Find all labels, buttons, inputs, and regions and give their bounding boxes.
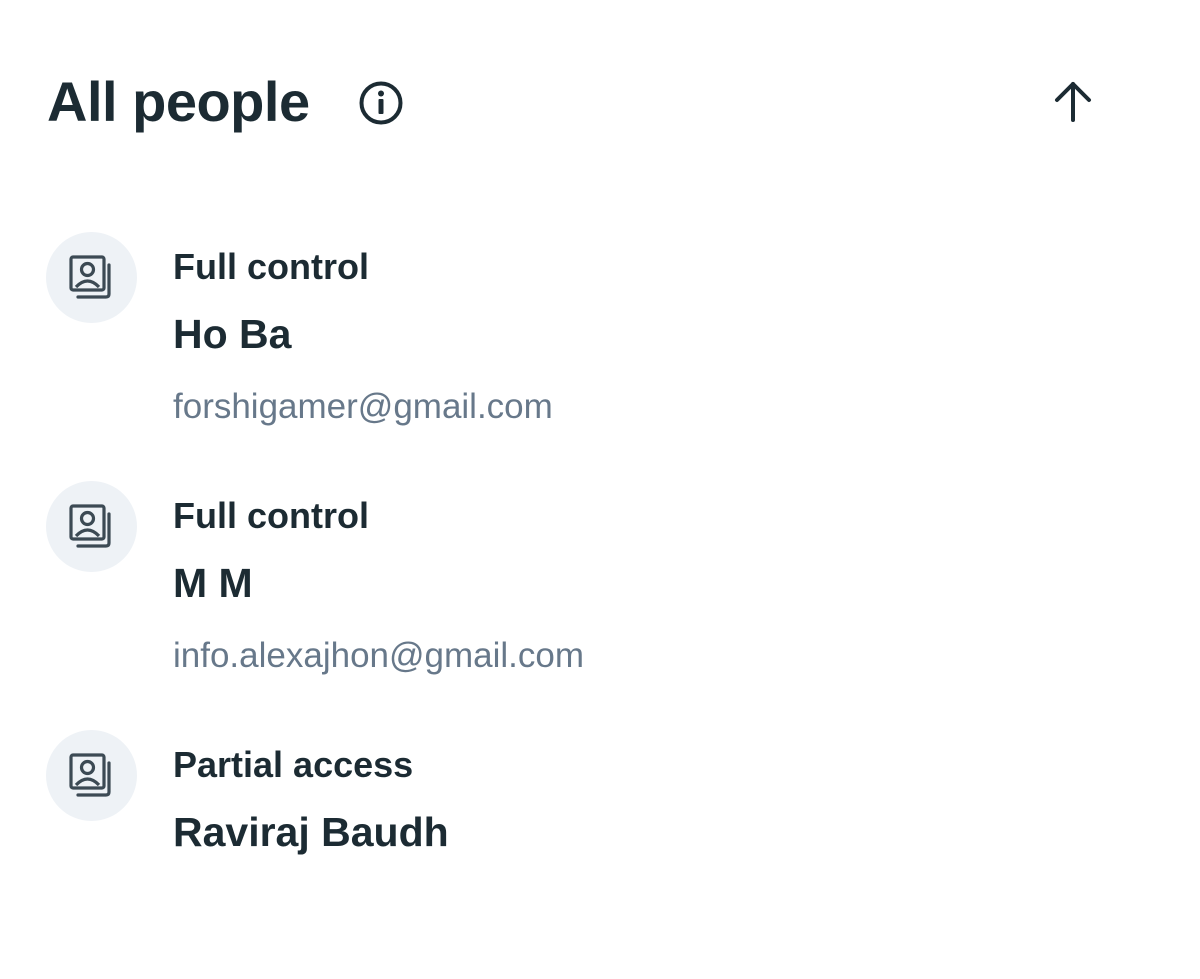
avatar — [46, 481, 137, 572]
person-role: Partial access — [173, 744, 414, 785]
avatar — [46, 232, 137, 323]
person-role: Full control — [173, 246, 369, 287]
avatar — [46, 730, 137, 821]
page-title: All people — [47, 70, 310, 133]
person-row[interactable]: Partial access Raviraj Baudh — [46, 730, 1146, 979]
person-photo-icon — [69, 504, 111, 548]
person-row[interactable]: Full control M M info.alexajhon@gmail.co… — [46, 481, 1146, 730]
person-name: M M — [173, 560, 253, 606]
person-photo-icon — [69, 255, 111, 299]
person-name: Ho Ba — [173, 311, 292, 357]
person-row[interactable]: Full control Ho Ba forshigamer@gmail.com — [46, 232, 1146, 481]
info-icon[interactable] — [358, 80, 404, 126]
person-photo-icon — [69, 753, 111, 797]
header: All people — [47, 66, 1140, 138]
person-email: info.alexajhon@gmail.com — [173, 636, 585, 675]
person-email: forshigamer@gmail.com — [173, 387, 553, 426]
person-role: Full control — [173, 495, 369, 536]
people-list: Full control Ho Ba forshigamer@gmail.com… — [46, 232, 1146, 979]
arrow-up-icon[interactable] — [1048, 76, 1098, 126]
person-name: Raviraj Baudh — [173, 809, 449, 855]
